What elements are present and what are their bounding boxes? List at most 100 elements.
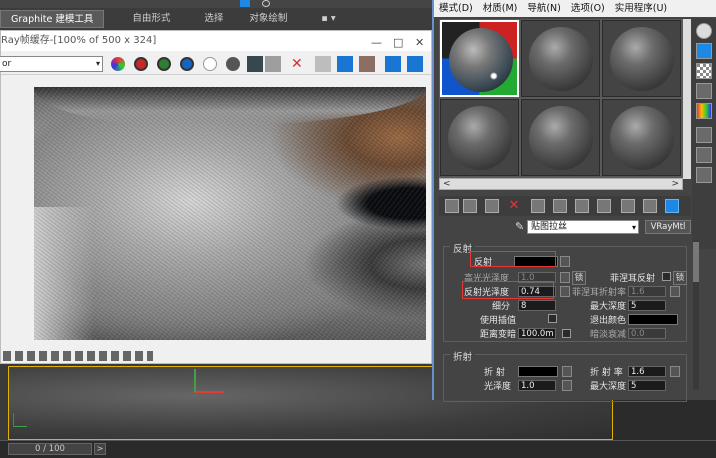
tab-selection[interactable]: 选择	[194, 10, 233, 28]
brushed-metal-grain	[34, 87, 426, 340]
render-icon[interactable]	[359, 56, 375, 72]
move-icon[interactable]	[240, 0, 250, 7]
get-material-icon[interactable]	[445, 199, 459, 213]
copy-icon[interactable]	[265, 56, 281, 72]
eyedropper-icon[interactable]: ✎	[515, 220, 524, 233]
material-name-row: ✎ 贴图拉丝 ▾ VRayMtl	[439, 218, 691, 236]
alpha-channel-button[interactable]	[203, 57, 217, 71]
use-interpolation-label: 使用插值	[480, 316, 517, 326]
refraction-group: 折射 折 射 折 射 率 1.6 光泽度 1.0 最大深度 5	[443, 349, 687, 402]
scroll-left-icon[interactable]: <	[443, 179, 451, 189]
rendered-image	[34, 87, 426, 340]
menu-material[interactable]: 材质(M)	[478, 0, 523, 17]
transform-gizmo-icon[interactable]	[194, 369, 224, 393]
rollout-scrollbar-thumb[interactable]	[693, 242, 699, 282]
slots-horizontal-scrollbar[interactable]: < >	[439, 178, 683, 190]
fresnel-ior-map-button[interactable]	[670, 286, 680, 297]
material-editor: 模式(D) 材质(M) 导航(N) 选项(O) 实用程序(U) < > ✕ ✎ …	[432, 0, 716, 402]
fresnel-checkbox[interactable]	[662, 272, 671, 281]
blue-channel-button[interactable]	[180, 57, 194, 71]
scroll-right-icon[interactable]: >	[671, 179, 679, 189]
make-unique-icon[interactable]	[553, 199, 567, 213]
menu-navigation[interactable]: 导航(N)	[522, 0, 566, 17]
material-id-icon[interactable]	[597, 199, 611, 213]
red-channel-button[interactable]	[134, 57, 148, 71]
max-depth-input[interactable]: 5	[628, 300, 666, 311]
put-to-library-icon[interactable]	[575, 199, 589, 213]
channel-select[interactable]: or ▾	[0, 56, 103, 72]
dim-falloff-input[interactable]: 0.0	[628, 328, 666, 339]
tab-more[interactable]: ▪ ▾	[311, 10, 345, 28]
sample-slot[interactable]	[521, 99, 600, 176]
lock-button-2[interactable]: 锁	[673, 271, 687, 285]
tab-graphite[interactable]: Graphite 建模工具	[0, 10, 105, 28]
channel-select-value: or	[2, 59, 12, 69]
next-frame-button[interactable]: >	[94, 443, 106, 455]
ior-input[interactable]: 1.6	[628, 366, 666, 377]
lut-icon[interactable]	[407, 56, 423, 72]
refract-color-swatch[interactable]	[518, 366, 558, 377]
fresnel-ior-input[interactable]: 1.6	[628, 286, 666, 297]
assign-material-icon[interactable]	[485, 199, 499, 213]
minimize-icon[interactable]: —	[371, 33, 382, 53]
refl-gloss-map-button[interactable]	[560, 286, 570, 297]
menu-mode[interactable]: 模式(D)	[434, 0, 478, 17]
put-to-scene-icon[interactable]	[463, 199, 477, 213]
hilight-gloss-map-button[interactable]	[560, 272, 570, 283]
select-by-material-icon[interactable]	[696, 167, 712, 183]
material-name-field[interactable]: 贴图拉丝 ▾	[527, 220, 639, 234]
material-type-button[interactable]: VRayMtl	[645, 220, 691, 234]
reflect-map-button[interactable]	[560, 256, 570, 267]
slots-vertical-scrollbar[interactable]	[683, 19, 691, 179]
track-mouse-icon[interactable]	[315, 56, 331, 72]
uv-tiling-icon[interactable]	[696, 83, 712, 99]
top-toolbar-strip	[0, 0, 432, 8]
sample-type-icon[interactable]	[696, 23, 712, 39]
dim-distance-checkbox[interactable]	[562, 329, 571, 338]
close-icon[interactable]: ✕	[415, 33, 424, 53]
refract-gloss-input[interactable]: 1.0	[518, 380, 556, 391]
sample-slot[interactable]	[440, 20, 519, 97]
copy-material-icon[interactable]	[531, 199, 545, 213]
menu-options[interactable]: 选项(O)	[566, 0, 610, 17]
go-to-parent-icon[interactable]	[665, 199, 679, 213]
rotate-icon[interactable]	[262, 0, 270, 7]
clear-icon[interactable]: ✕	[291, 56, 307, 72]
color-corrections-icon[interactable]	[385, 56, 401, 72]
reset-material-icon[interactable]: ✕	[507, 199, 521, 213]
sample-sphere	[610, 27, 674, 91]
show-map-icon[interactable]	[621, 199, 635, 213]
use-interpolation-checkbox[interactable]	[548, 314, 557, 323]
backlight-icon[interactable]	[696, 43, 712, 59]
time-slider[interactable]: 0 / 100	[8, 443, 92, 455]
rgb-channel-icon[interactable]	[111, 57, 125, 71]
background-icon[interactable]	[696, 63, 712, 79]
menu-utilities[interactable]: 实用程序(U)	[610, 0, 672, 17]
chevron-down-icon: ▾	[631, 223, 636, 232]
sample-slot[interactable]	[440, 99, 519, 176]
show-end-result-icon[interactable]	[643, 199, 657, 213]
refract-map-button[interactable]	[562, 366, 572, 377]
refract-max-depth-input[interactable]: 5	[628, 380, 666, 391]
refract-gloss-map-button[interactable]	[562, 380, 572, 391]
make-preview-icon[interactable]	[696, 127, 712, 143]
lock-button[interactable]: 锁	[572, 271, 586, 285]
sample-slot[interactable]	[602, 20, 681, 97]
exit-color-swatch[interactable]	[628, 314, 678, 325]
video-color-check-icon[interactable]	[696, 103, 712, 119]
green-channel-button[interactable]	[157, 57, 171, 71]
tab-object-paint[interactable]: 对象绘制	[239, 10, 297, 28]
dim-distance-input[interactable]: 100.0m	[518, 328, 556, 339]
tab-freeform[interactable]: 自由形式	[122, 10, 180, 28]
save-icon[interactable]	[247, 56, 263, 72]
subdivs-input[interactable]: 8	[518, 300, 556, 311]
ior-map-button[interactable]	[670, 366, 680, 377]
rollout-scrollbar[interactable]	[693, 240, 699, 390]
maximize-icon[interactable]: □	[393, 33, 403, 53]
mono-channel-button[interactable]	[226, 57, 240, 71]
sample-slot[interactable]	[602, 99, 681, 176]
sample-slot[interactable]	[521, 20, 600, 97]
vfb-title: Ray帧缓存-[100% of 500 x 324]	[1, 35, 157, 46]
region-render-icon[interactable]	[337, 56, 353, 72]
options-icon[interactable]	[696, 147, 712, 163]
